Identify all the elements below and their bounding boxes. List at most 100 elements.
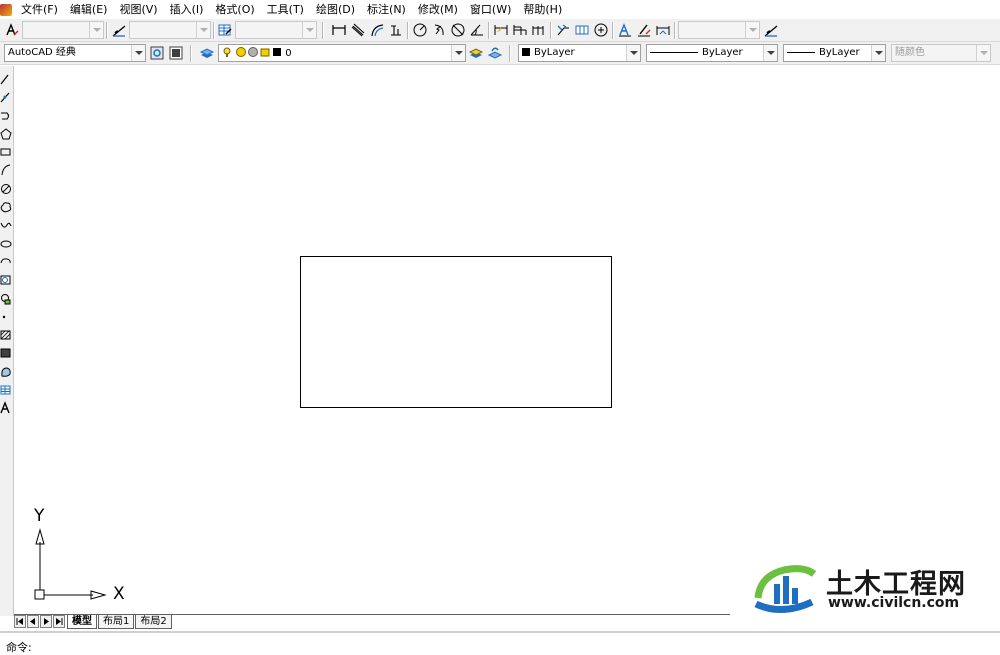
toolbar-separator bbox=[612, 22, 614, 39]
command-prompt: 命令: bbox=[6, 641, 32, 654]
linetype-combo[interactable]: ByLayer bbox=[646, 44, 778, 62]
tolerance-icon[interactable] bbox=[574, 22, 590, 38]
draw-toolbar bbox=[0, 66, 14, 616]
layer-combo[interactable]: 0 bbox=[218, 44, 466, 62]
polyline-icon[interactable] bbox=[0, 109, 12, 123]
last-tab-button[interactable] bbox=[53, 615, 65, 628]
ellipse-arc-icon[interactable] bbox=[0, 255, 12, 269]
toolbar-separator bbox=[509, 45, 511, 62]
arc-icon[interactable] bbox=[0, 163, 12, 177]
menu-view[interactable]: 视图(V) bbox=[113, 0, 163, 19]
revision-cloud-icon[interactable] bbox=[0, 200, 12, 214]
layer-properties-icon[interactable] bbox=[199, 45, 215, 61]
linear-dim-icon[interactable] bbox=[331, 22, 347, 38]
dim-update-icon[interactable] bbox=[655, 22, 671, 38]
region-icon[interactable] bbox=[0, 365, 12, 379]
dim-style-combo[interactable] bbox=[129, 21, 211, 39]
tab-layout2[interactable]: 布局2 bbox=[135, 615, 172, 629]
toolbar-separator bbox=[213, 22, 215, 39]
ordinate-dim-icon[interactable] bbox=[388, 22, 404, 38]
point-icon[interactable] bbox=[0, 310, 12, 324]
toolbar-separator bbox=[190, 45, 192, 62]
menu-edit[interactable]: 编辑(E) bbox=[64, 0, 114, 19]
menu-modify[interactable]: 修改(M) bbox=[412, 0, 464, 19]
table-icon[interactable] bbox=[0, 383, 12, 397]
ucs-icon: Y X bbox=[23, 506, 133, 606]
ucs-y-label: Y bbox=[34, 506, 45, 526]
toolbar-separator bbox=[674, 22, 676, 39]
quick-dim-icon[interactable] bbox=[493, 22, 509, 38]
dim-edit-icon[interactable] bbox=[617, 22, 633, 38]
lineweight-combo[interactable]: ByLayer bbox=[783, 44, 886, 62]
prev-tab-button[interactable] bbox=[27, 615, 39, 628]
ucs-x-label: X bbox=[113, 584, 125, 604]
toolbar-separator bbox=[407, 22, 409, 39]
watermark-url: www.civilcn.com bbox=[828, 595, 960, 611]
table-style-combo[interactable] bbox=[235, 21, 317, 39]
menu-tools[interactable]: 工具(T) bbox=[261, 0, 310, 19]
dim-override-icon[interactable] bbox=[763, 22, 779, 38]
layer-state-icons bbox=[222, 45, 282, 61]
menu-insert[interactable]: 插入(I) bbox=[164, 0, 210, 19]
hatch-icon[interactable] bbox=[0, 328, 12, 342]
linetype-swatch bbox=[650, 51, 698, 53]
jogged-dim-icon[interactable] bbox=[431, 22, 447, 38]
first-tab-button[interactable] bbox=[14, 615, 26, 628]
menu-dimension[interactable]: 标注(N) bbox=[361, 0, 412, 19]
menu-draw[interactable]: 绘图(D) bbox=[310, 0, 361, 19]
spline-icon[interactable] bbox=[0, 218, 12, 232]
styles-toolbar bbox=[0, 19, 1000, 42]
table-style-icon[interactable] bbox=[217, 22, 233, 38]
workspace-settings-icon[interactable] bbox=[149, 45, 165, 61]
dim-text-edit-icon[interactable] bbox=[636, 22, 652, 38]
command-line[interactable]: 命令: bbox=[0, 631, 1000, 655]
tab-model[interactable]: 模型 bbox=[67, 615, 97, 629]
multileader-style-combo[interactable] bbox=[678, 21, 760, 39]
aligned-dim-icon[interactable] bbox=[350, 22, 366, 38]
toolbar-separator bbox=[106, 22, 108, 39]
dim-style-icon[interactable] bbox=[111, 22, 127, 38]
make-block-icon[interactable] bbox=[0, 292, 12, 306]
baseline-dim-icon[interactable] bbox=[512, 22, 528, 38]
next-tab-button[interactable] bbox=[40, 615, 52, 628]
multiline-text-icon[interactable] bbox=[0, 401, 12, 415]
circle-icon[interactable] bbox=[0, 182, 12, 196]
arc-length-icon[interactable] bbox=[369, 22, 385, 38]
drawing-area[interactable]: Y X bbox=[15, 66, 1000, 614]
text-style-icon[interactable] bbox=[4, 22, 20, 38]
make-current-layer-icon[interactable] bbox=[468, 45, 484, 61]
workspace-save-icon[interactable] bbox=[168, 45, 184, 61]
toolbar-separator bbox=[488, 22, 490, 39]
menu-format[interactable]: 格式(O) bbox=[209, 0, 260, 19]
toolbar-separator bbox=[322, 22, 324, 39]
menu-help[interactable]: 帮助(H) bbox=[517, 0, 568, 19]
quick-leader-icon[interactable] bbox=[555, 22, 571, 38]
rectangle-icon[interactable] bbox=[0, 145, 12, 159]
watermark-logo-icon bbox=[752, 558, 820, 618]
center-mark-icon[interactable] bbox=[593, 22, 609, 38]
drawn-rectangle[interactable] bbox=[300, 256, 612, 408]
gradient-icon[interactable] bbox=[0, 346, 12, 360]
ellipse-icon[interactable] bbox=[0, 237, 12, 251]
angular-dim-icon[interactable] bbox=[469, 22, 485, 38]
app-icon[interactable] bbox=[0, 3, 12, 16]
text-style-combo[interactable] bbox=[22, 21, 104, 39]
line-icon[interactable] bbox=[0, 72, 12, 86]
radius-dim-icon[interactable] bbox=[412, 22, 428, 38]
color-swatch bbox=[522, 48, 530, 56]
tab-layout1[interactable]: 布局1 bbox=[98, 615, 135, 629]
menu-window[interactable]: 窗口(W) bbox=[464, 0, 517, 19]
workspace-combo[interactable]: AutoCAD 经典 bbox=[4, 44, 146, 62]
continue-dim-icon[interactable] bbox=[531, 22, 547, 38]
insert-block-icon[interactable] bbox=[0, 273, 12, 287]
site-watermark: 土木工程网 www.civilcn.com bbox=[730, 550, 1000, 630]
menu-file[interactable]: 文件(F) bbox=[15, 0, 64, 19]
menu-bar: 文件(F) 编辑(E) 视图(V) 插入(I) 格式(O) 工具(T) 绘图(D… bbox=[0, 0, 1000, 19]
diameter-dim-icon[interactable] bbox=[450, 22, 466, 38]
layer-previous-icon[interactable] bbox=[487, 45, 503, 61]
color-combo[interactable]: ByLayer bbox=[518, 44, 641, 62]
toolbar-separator bbox=[550, 22, 552, 39]
polygon-icon[interactable] bbox=[0, 127, 12, 141]
construction-line-icon[interactable] bbox=[0, 90, 12, 104]
plot-style-combo[interactable]: 随颜色 bbox=[891, 44, 991, 62]
